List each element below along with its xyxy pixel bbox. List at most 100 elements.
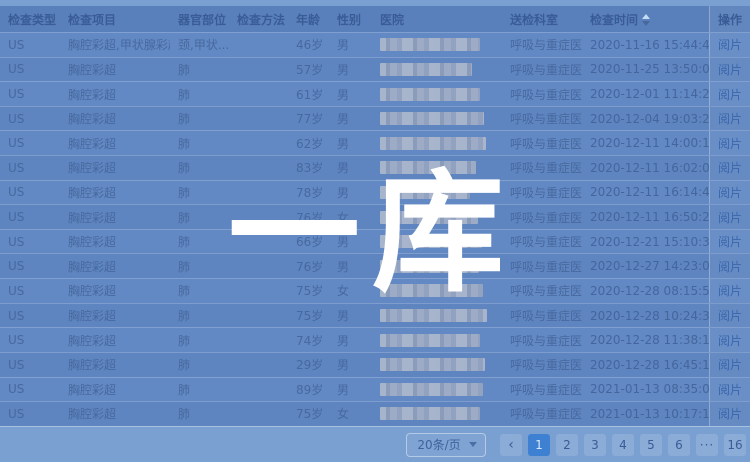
table-row[interactable]: US 胸腔彩超 肺 78岁 男 呼吸与重症医... 2020-12-11 16:… — [0, 180, 750, 205]
view-images-link[interactable]: 阅片 — [718, 209, 742, 226]
table-row[interactable]: US 胸腔彩超 肺 75岁 男 呼吸与重症医... 2020-12-28 10:… — [0, 303, 750, 328]
page-button-4[interactable]: 4 — [612, 434, 634, 456]
table-row[interactable]: US 胸腔彩超 肺 75岁 女 呼吸与重症医... 2021-01-13 10:… — [0, 401, 750, 426]
view-images-link[interactable]: 阅片 — [718, 233, 742, 250]
table-row[interactable]: US 胸腔彩超,甲状腺彩超 颈,甲状... 46岁 男 呼吸与重症医... 20… — [0, 32, 750, 57]
cell-age: 62岁 — [288, 135, 329, 152]
cell-organ: 肺 — [170, 233, 229, 250]
cell-organ: 肺 — [170, 61, 229, 78]
cell-department: 呼吸与重症医... — [502, 86, 582, 103]
redacted-hospital-name — [380, 407, 480, 420]
cell-department: 呼吸与重症医... — [502, 135, 582, 152]
table-row[interactable]: US 胸腔彩超 肺 74岁 男 呼吸与重症医... 2020-12-28 11:… — [0, 327, 750, 352]
cell-exam-type: US — [0, 309, 60, 323]
table-body: US 胸腔彩超,甲状腺彩超 颈,甲状... 46岁 男 呼吸与重症医... 20… — [0, 32, 750, 426]
cell-gender: 男 — [329, 86, 372, 103]
table-row[interactable]: US 胸腔彩超 肺 61岁 男 呼吸与重症医... 2020-12-01 11:… — [0, 81, 750, 106]
cell-exam-time: 2020-12-27 14:23:04 — [582, 259, 709, 273]
table-row[interactable]: US 胸腔彩超 肺 76岁 女 呼吸与重症医... 2020-12-11 16:… — [0, 204, 750, 229]
view-images-link[interactable]: 阅片 — [718, 258, 742, 275]
table-row[interactable]: US 胸腔彩超 肺 57岁 男 呼吸与重症医... 2020-11-25 13:… — [0, 57, 750, 82]
column-header-method: 检查方法 — [229, 11, 288, 28]
cell-gender: 男 — [329, 135, 372, 152]
view-images-link[interactable]: 阅片 — [718, 356, 742, 373]
cell-hospital — [372, 383, 502, 396]
cell-organ: 肺 — [170, 258, 229, 275]
cell-exam-time: 2020-11-25 13:50:01 — [582, 62, 709, 76]
exam-time-header-label: 检查时间 — [590, 13, 638, 27]
table-row[interactable]: US 胸腔彩超 肺 66岁 男 呼吸与重症医... 2020-12-21 15:… — [0, 229, 750, 254]
view-images-link[interactable]: 阅片 — [718, 381, 742, 398]
view-images-link[interactable]: 阅片 — [718, 332, 742, 349]
cell-exam-item: 胸腔彩超 — [60, 159, 170, 176]
cell-department: 呼吸与重症医... — [502, 184, 582, 201]
cell-gender: 男 — [329, 184, 372, 201]
view-images-link[interactable]: 阅片 — [718, 282, 742, 299]
cell-hospital — [372, 211, 502, 224]
cell-gender: 男 — [329, 332, 372, 349]
redacted-hospital-name — [380, 88, 480, 101]
sort-ascending-icon[interactable] — [642, 14, 650, 19]
cell-exam-item: 胸腔彩超 — [60, 209, 170, 226]
table-row[interactable]: US 胸腔彩超 肺 62岁 男 呼吸与重症医... 2020-12-11 14:… — [0, 130, 750, 155]
cell-exam-time: 2020-12-11 16:14:49 — [582, 185, 709, 199]
table-row[interactable]: US 胸腔彩超 肺 77岁 男 呼吸与重症医... 2020-12-04 19:… — [0, 106, 750, 131]
cell-age: 83岁 — [288, 159, 329, 176]
cell-department: 呼吸与重症医... — [502, 307, 582, 324]
sort-descending-icon[interactable] — [642, 21, 650, 26]
cell-exam-type: US — [0, 382, 60, 396]
cell-department: 呼吸与重症医... — [502, 233, 582, 250]
sort-caret-icon[interactable] — [642, 14, 650, 26]
column-header-exam-item: 检查项目 — [60, 11, 170, 28]
column-header-exam-time[interactable]: 检查时间 — [582, 11, 709, 28]
cell-exam-type: US — [0, 112, 60, 126]
view-images-link[interactable]: 阅片 — [718, 61, 742, 78]
table-row[interactable]: US 胸腔彩超 肺 89岁 男 呼吸与重症医... 2021-01-13 08:… — [0, 377, 750, 402]
cell-organ: 肺 — [170, 159, 229, 176]
page-button-16[interactable]: 16 — [724, 434, 746, 456]
page-ellipsis[interactable]: ··· — [696, 434, 718, 456]
view-images-link[interactable]: 阅片 — [718, 405, 742, 422]
cell-organ: 颈,甲状... — [170, 36, 229, 53]
redacted-hospital-name — [380, 211, 478, 224]
cell-exam-type: US — [0, 87, 60, 101]
cell-organ: 肺 — [170, 332, 229, 349]
page-button-6[interactable]: 6 — [668, 434, 690, 456]
cell-hospital — [372, 112, 502, 125]
page-button-1[interactable]: 1 — [528, 434, 550, 456]
view-images-link[interactable]: 阅片 — [718, 307, 742, 324]
table-row[interactable]: US 胸腔彩超 肺 29岁 男 呼吸与重症医... 2020-12-28 16:… — [0, 352, 750, 377]
view-images-link[interactable]: 阅片 — [718, 110, 742, 127]
table-row[interactable]: US 胸腔彩超 肺 83岁 男 呼吸与重症医... 2020-12-11 16:… — [0, 155, 750, 180]
cell-organ: 肺 — [170, 110, 229, 127]
cell-organ: 肺 — [170, 356, 229, 373]
cell-hospital — [372, 235, 502, 248]
column-header-organ: 器官部位 — [170, 11, 229, 28]
cell-organ: 肺 — [170, 405, 229, 422]
table-row[interactable]: US 胸腔彩超 肺 75岁 女 呼吸与重症医... 2020-12-28 08:… — [0, 278, 750, 303]
cell-exam-item: 胸腔彩超 — [60, 332, 170, 349]
cell-exam-time: 2020-12-11 14:00:14 — [582, 136, 709, 150]
cell-department: 呼吸与重症医... — [502, 159, 582, 176]
cell-age: 75岁 — [288, 282, 329, 299]
view-images-link[interactable]: 阅片 — [718, 86, 742, 103]
view-images-link[interactable]: 阅片 — [718, 36, 742, 53]
view-images-link[interactable]: 阅片 — [718, 184, 742, 201]
redacted-hospital-name — [380, 309, 487, 322]
view-images-link[interactable]: 阅片 — [718, 159, 742, 176]
page-button-2[interactable]: 2 — [556, 434, 578, 456]
view-images-link[interactable]: 阅片 — [718, 135, 742, 152]
cell-exam-time: 2021-01-13 10:17:16 — [582, 407, 709, 421]
prev-page-button[interactable]: ‹ — [500, 434, 522, 456]
cell-exam-type: US — [0, 284, 60, 298]
table-row[interactable]: US 胸腔彩超 肺 76岁 男 呼吸与重症医... 2020-12-27 14:… — [0, 253, 750, 278]
cell-organ: 肺 — [170, 282, 229, 299]
page-size-select[interactable]: 20条/页 — [406, 433, 486, 457]
page-button-3[interactable]: 3 — [584, 434, 606, 456]
cell-exam-item: 胸腔彩超 — [60, 184, 170, 201]
cell-age: 77岁 — [288, 110, 329, 127]
page-button-5[interactable]: 5 — [640, 434, 662, 456]
cell-organ: 肺 — [170, 381, 229, 398]
column-header-age: 年龄 — [288, 11, 329, 28]
cell-exam-type: US — [0, 185, 60, 199]
